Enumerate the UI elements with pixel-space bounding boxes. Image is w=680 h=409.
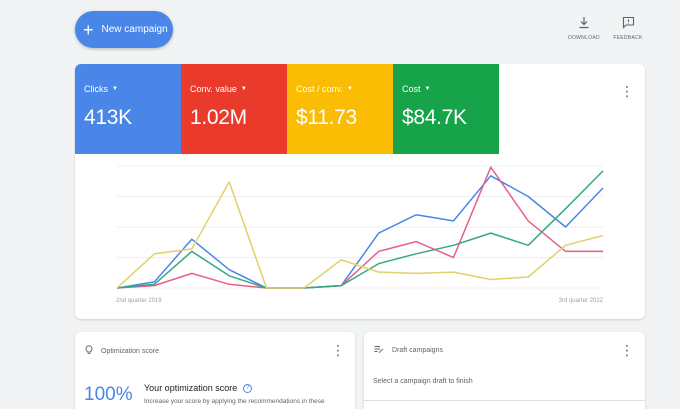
feedback-icon bbox=[622, 16, 634, 29]
x-axis-start-label: 2nd quarter 2019 bbox=[116, 298, 162, 304]
draft-list-icon bbox=[374, 345, 384, 356]
plus-icon: + bbox=[83, 19, 94, 40]
caret-down-icon[interactable]: ▼ bbox=[241, 86, 247, 92]
metric-tile-cost[interactable]: Cost ▼ $84.7K bbox=[393, 64, 499, 154]
performance-card: Clicks ▼ 413K Conv. value ▼ 1.02M Cost / c… bbox=[75, 64, 645, 319]
lightbulb-icon bbox=[85, 345, 93, 357]
card-title: Optimization score bbox=[101, 347, 159, 355]
draft-campaigns-card: Draft campaigns ⋮ Select a campaign draf… bbox=[364, 332, 645, 409]
series-line-2 bbox=[116, 170, 604, 289]
metric-label: Conv. value bbox=[190, 84, 237, 94]
chart-grid bbox=[117, 165, 603, 289]
feedback-button[interactable]: FEEDBACK bbox=[608, 16, 648, 46]
new-campaign-label: New campaign bbox=[101, 24, 168, 35]
series-line-1 bbox=[116, 166, 603, 289]
help-icon[interactable]: ? bbox=[243, 383, 253, 393]
metric-value: $84.7K bbox=[402, 106, 467, 129]
optimization-score-value: 100% bbox=[84, 384, 133, 405]
download-icon bbox=[579, 17, 589, 29]
series-line-0 bbox=[116, 175, 604, 289]
x-axis-end-label: 3rd quarter 2022 bbox=[559, 298, 604, 304]
more-options-icon[interactable]: ⋮ bbox=[620, 84, 634, 98]
caret-down-icon[interactable]: ▼ bbox=[112, 86, 118, 92]
optimization-heading: Your optimization score bbox=[144, 383, 238, 393]
optimization-score-card: Optimization score ⋮ 100% Your optimizat… bbox=[75, 332, 355, 409]
metric-label: Clicks bbox=[84, 84, 108, 94]
download-button[interactable]: DOWNLOAD bbox=[564, 16, 604, 46]
metric-tile-cost-per-conv[interactable]: Cost / conv. ▼ $11.73 bbox=[287, 64, 393, 154]
metric-value: 1.02M bbox=[190, 106, 247, 129]
metric-tile-conv-value[interactable]: Conv. value ▼ 1.02M bbox=[181, 64, 287, 154]
chart-series bbox=[116, 166, 604, 289]
caret-down-icon[interactable]: ▼ bbox=[425, 86, 431, 92]
metric-tile-clicks[interactable]: Clicks ▼ 413K bbox=[75, 64, 181, 154]
metric-value: $11.73 bbox=[296, 106, 357, 129]
more-options-icon[interactable]: ⋮ bbox=[620, 343, 634, 357]
caret-down-icon[interactable]: ▼ bbox=[347, 86, 353, 92]
feedback-label: FEEDBACK bbox=[613, 35, 643, 41]
performance-line-chart: 2nd quarter 2019 3rd quarter 2022 bbox=[116, 165, 604, 304]
more-options-icon[interactable]: ⋮ bbox=[331, 343, 345, 357]
card-title: Draft campaigns bbox=[392, 347, 443, 354]
draft-description: Select a campaign draft to finish bbox=[373, 378, 473, 385]
divider bbox=[364, 400, 645, 401]
metric-value: 413K bbox=[84, 106, 132, 129]
download-label: DOWNLOAD bbox=[568, 35, 600, 41]
new-campaign-button[interactable]: + New campaign bbox=[75, 11, 173, 48]
optimization-description: Increase your score by applying the reco… bbox=[144, 398, 325, 405]
metric-label: Cost / conv. bbox=[296, 84, 343, 94]
metric-label: Cost bbox=[402, 84, 421, 94]
